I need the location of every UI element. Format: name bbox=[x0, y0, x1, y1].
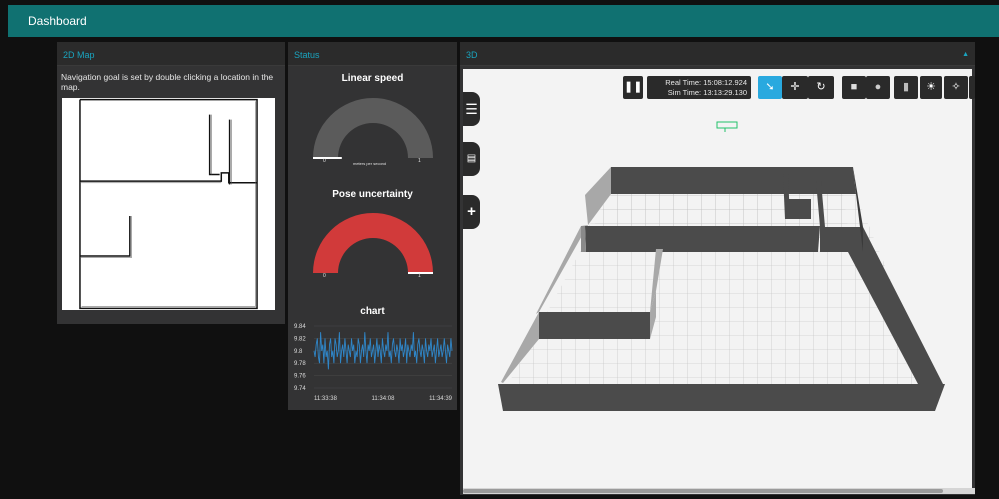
status-panel: Status Linear speed 0 1 meters per secon… bbox=[288, 42, 457, 410]
linear-speed-max: 1 bbox=[418, 158, 421, 164]
map-description: Navigation goal is set by double clickin… bbox=[61, 72, 274, 92]
linear-speed-arc-background bbox=[313, 98, 433, 158]
add-tab[interactable]: + bbox=[463, 195, 480, 229]
status-panel-header: Status bbox=[288, 42, 457, 66]
map-canvas[interactable] bbox=[62, 98, 275, 310]
sun-light-button[interactable]: ☀ bbox=[920, 76, 942, 99]
top-bar: Dashboard bbox=[8, 5, 999, 37]
linear-speed-title: Linear speed bbox=[341, 73, 404, 84]
chart-y-tick: 9.84 bbox=[294, 324, 306, 330]
threed-panel-title: 3D bbox=[466, 50, 478, 60]
chart-x-tick: 11:34:08 bbox=[372, 396, 396, 402]
spot-light-button[interactable]: ✧ bbox=[944, 76, 968, 99]
box-icon: ■ bbox=[850, 81, 858, 93]
wall-middle bbox=[585, 226, 820, 252]
3d-horizontal-scrollbar[interactable] bbox=[463, 488, 975, 494]
wall-right-block bbox=[820, 227, 863, 252]
scrollbar-thumb[interactable] bbox=[463, 489, 943, 493]
rotate-mode-button[interactable]: ↻ bbox=[808, 76, 834, 99]
plus-icon: + bbox=[467, 203, 476, 220]
chart-y-tick: 9.76 bbox=[294, 374, 306, 380]
pose-uncertainty-max: 1 bbox=[418, 273, 421, 279]
translate-mode-button[interactable]: ✛ bbox=[782, 76, 808, 99]
pause-button[interactable]: ❚❚ bbox=[623, 76, 643, 99]
rotate-icon: ↻ bbox=[816, 81, 826, 93]
pose-uncertainty-arc-background bbox=[313, 213, 433, 273]
map-panel-title: 2D Map bbox=[63, 50, 95, 60]
linear-speed-min: 0 bbox=[323, 158, 326, 164]
chart-x-tick: 11:33:38 bbox=[314, 396, 338, 402]
sim-time-label: Sim Time: 13:13:29.130 bbox=[667, 88, 747, 97]
chart-title: chart bbox=[360, 306, 385, 317]
chart-y-tick: 9.74 bbox=[294, 386, 306, 392]
linear-speed-arc-value bbox=[313, 157, 342, 159]
layers-icon: ▤ bbox=[466, 153, 477, 164]
dashboard-title: Dashboard bbox=[28, 14, 87, 28]
threed-panel: 3D ▲ bbox=[460, 42, 975, 495]
pose-uncertainty-title: Pose uncertainty bbox=[332, 189, 413, 200]
map-background bbox=[78, 98, 259, 310]
goal-marker bbox=[716, 121, 738, 132]
move-icon: ✛ bbox=[790, 81, 800, 93]
chart-y-tick: 9.78 bbox=[294, 361, 306, 367]
spotlight-icon: ✧ bbox=[951, 81, 961, 93]
map-panel: 2D Map Navigation goal is set by double … bbox=[57, 42, 285, 324]
chart-y-tick: 9.8 bbox=[294, 349, 303, 355]
map-panel-header: 2D Map bbox=[57, 42, 285, 66]
sun-icon: ☀ bbox=[926, 81, 936, 93]
chart-container: chart 9.84 9.82 9.8 9.78 9.76 9.74 11:33:38 11:… bbox=[288, 306, 457, 410]
time-display: Real Time: 15:08:12.924 Sim Time: 13:13:… bbox=[647, 76, 751, 99]
toolbar-overflow[interactable] bbox=[969, 76, 975, 99]
linear-speed-unit: meters per second bbox=[353, 161, 387, 166]
real-time-label: Real Time: 15:08:12.924 bbox=[665, 78, 747, 87]
pose-uncertainty-min: 0 bbox=[323, 273, 326, 279]
menu-tab[interactable]: ☰ bbox=[463, 92, 480, 126]
3d-viewport[interactable] bbox=[463, 69, 972, 491]
pause-icon: ❚❚ bbox=[624, 81, 643, 93]
chart-y-tick: 9.82 bbox=[294, 336, 306, 342]
status-panel-title: Status bbox=[294, 50, 320, 60]
layers-tab[interactable]: ▤ bbox=[463, 142, 480, 176]
3d-scene bbox=[498, 121, 945, 411]
status-chart: 9.84 9.82 9.8 9.78 9.76 9.74 11:33:38 11:34:08 1… bbox=[294, 324, 453, 402]
app-root: Dashboard 2D Map Navigation goal is set … bbox=[0, 0, 999, 499]
wall-bottom bbox=[498, 384, 945, 411]
sphere-icon: ● bbox=[874, 81, 882, 93]
pointer-icon: ➘ bbox=[765, 81, 775, 93]
select-mode-button[interactable]: ➘ bbox=[758, 76, 782, 99]
wall-inner-horizontal bbox=[539, 312, 650, 339]
threed-panel-header: 3D ▲ bbox=[460, 42, 975, 66]
collapse-caret-icon[interactable]: ▲ bbox=[962, 42, 969, 68]
chart-x-tick: 11:34:39 bbox=[429, 396, 453, 402]
sphere-button[interactable]: ● bbox=[866, 76, 890, 99]
box-button[interactable]: ■ bbox=[842, 76, 866, 99]
cylinder-button[interactable]: ▮ bbox=[894, 76, 918, 99]
cylinder-icon: ▮ bbox=[902, 81, 910, 93]
hamburger-icon: ☰ bbox=[465, 101, 478, 117]
